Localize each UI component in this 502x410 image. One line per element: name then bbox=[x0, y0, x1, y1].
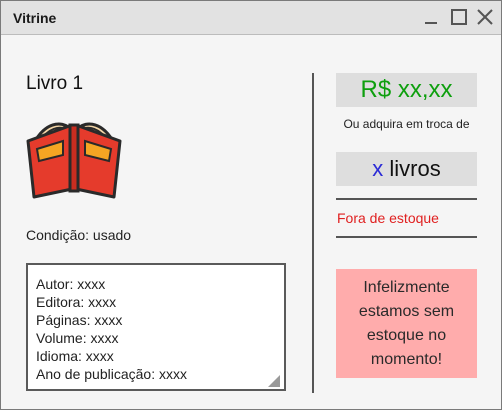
maximize-icon[interactable] bbox=[449, 7, 469, 27]
trade-books-count: x bbox=[372, 156, 384, 181]
stock-status: Fora de estoque bbox=[337, 210, 439, 226]
out-of-stock-alert: Infelizmente estamos sem estoque no mome… bbox=[336, 269, 477, 378]
book-condition: Condição: usado bbox=[26, 227, 132, 243]
price-display: R$ xx,xx bbox=[336, 73, 477, 107]
book-details-textarea[interactable]: Autor: xxxx Editora: xxxx Páginas: xxxx … bbox=[26, 263, 286, 391]
trade-books-display: x livros bbox=[336, 152, 477, 186]
detail-pages: Páginas: xxxx bbox=[36, 312, 123, 328]
trade-books-label: livros bbox=[389, 156, 441, 181]
window-title: Vitrine bbox=[13, 10, 57, 26]
book-title: Livro 1 bbox=[26, 73, 84, 94]
detail-language: Idioma: xxxx bbox=[36, 348, 114, 364]
book-open-icon bbox=[25, 111, 123, 201]
vertical-divider bbox=[312, 73, 314, 393]
divider-top bbox=[336, 198, 477, 200]
divider-bottom bbox=[336, 236, 477, 238]
resize-grip-icon[interactable] bbox=[268, 373, 280, 387]
close-icon[interactable] bbox=[475, 7, 495, 27]
detail-publisher: Editora: xxxx bbox=[36, 294, 117, 310]
title-bar[interactable]: Vitrine bbox=[1, 1, 501, 35]
detail-year: Ano de publicação: xxxx bbox=[36, 366, 187, 382]
detail-author: Autor: xxxx bbox=[36, 276, 106, 292]
app-window: Vitrine Livro 1 Condição: usado Autor: x… bbox=[0, 0, 502, 410]
minimize-icon[interactable] bbox=[421, 7, 441, 27]
trade-caption: Ou adquira em troca de bbox=[343, 117, 470, 131]
detail-volume: Volume: xxxx bbox=[36, 330, 119, 346]
